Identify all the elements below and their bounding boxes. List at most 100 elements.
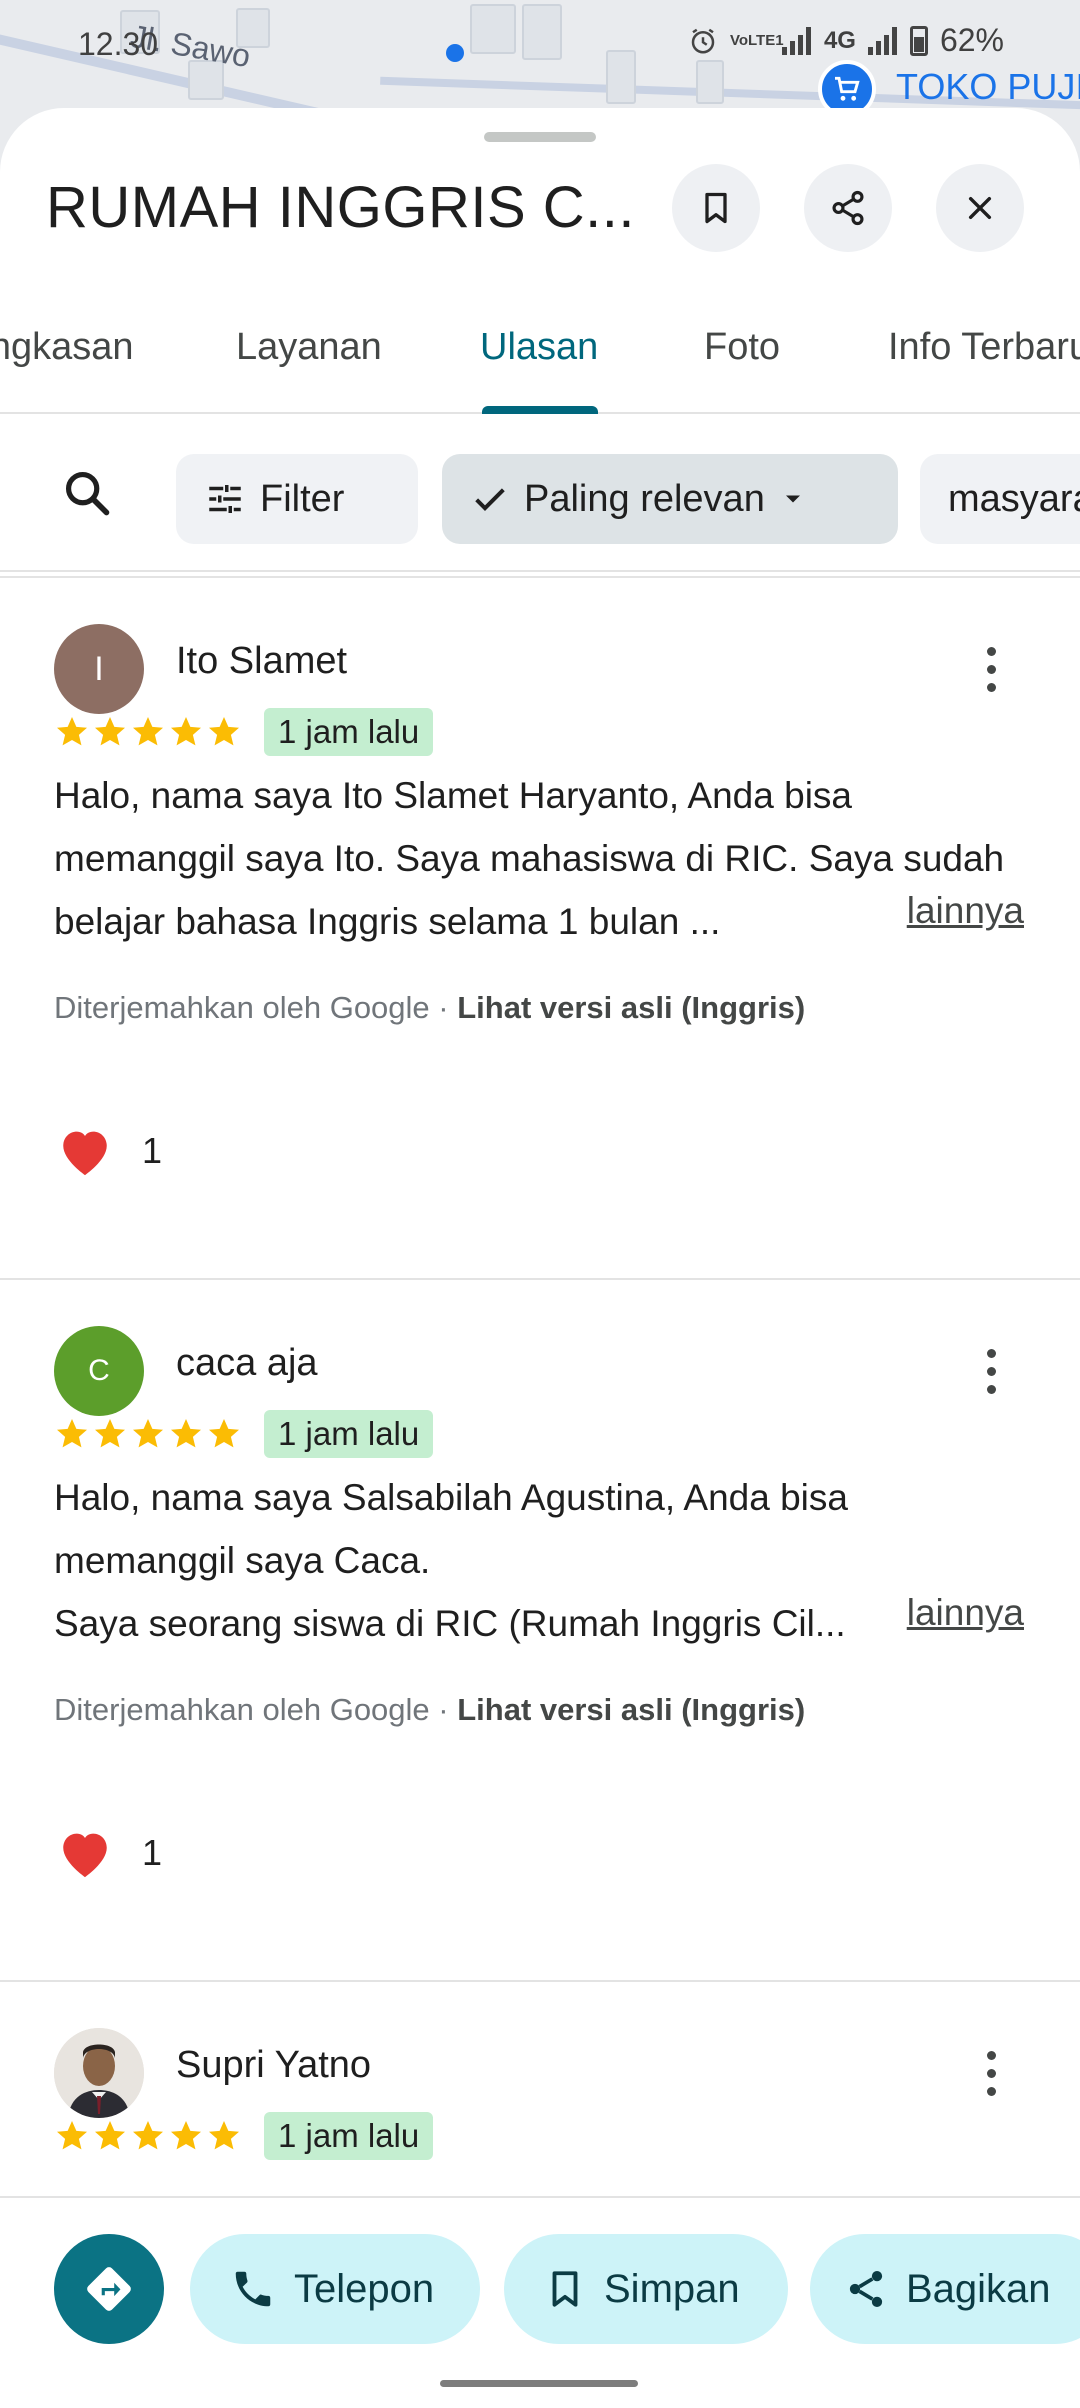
share-label: Bagikan	[906, 2266, 1051, 2311]
star-icon	[209, 2121, 239, 2150]
review-card: I Ito Slamet 1 jam lalu Halo, nama saya …	[0, 576, 1080, 1276]
review-time-badge: 1 jam lalu	[264, 2112, 434, 2160]
map-building	[606, 50, 636, 104]
profile-photo	[54, 2028, 144, 2118]
reviewer-name[interactable]: Ito Slamet	[176, 640, 347, 683]
directions-icon	[87, 2267, 131, 2311]
place-sheet: RUMAH INGGRIS C... Ringkasan Layanan Ula…	[0, 108, 1080, 2408]
review-time-badge: 1 jam lalu	[264, 708, 434, 756]
tab-ulasan[interactable]: Ulasan	[480, 326, 598, 369]
close-button[interactable]	[936, 164, 1024, 252]
review-card: C caca aja 1 jam lalu Halo, nama saya Sa…	[0, 1278, 1080, 1978]
read-more-link[interactable]: lainnya	[886, 890, 1024, 932]
tab-ringkasan[interactable]: Ringkasan	[0, 326, 134, 369]
filter-chip[interactable]: Filter	[176, 454, 418, 544]
like-count: 1	[142, 1130, 163, 1171]
see-original-link[interactable]: Lihat versi asli (Inggris)	[457, 1692, 805, 1727]
star-icon	[95, 717, 125, 746]
star-icon	[133, 717, 163, 746]
like-button[interactable]: 1	[56, 1124, 162, 1178]
star-icon	[209, 717, 239, 746]
heart-icon	[63, 1131, 107, 1176]
status-time: 12.30	[78, 26, 159, 62]
star-icon	[209, 1419, 239, 1448]
avatar[interactable]: C	[54, 1326, 144, 1416]
tune-icon	[209, 485, 241, 513]
star-icon	[171, 2121, 201, 2150]
save-button[interactable]: Simpan	[504, 2234, 788, 2344]
check-icon	[475, 488, 505, 511]
tab-layanan[interactable]: Layanan	[236, 326, 382, 369]
translation-note: Diterjemahkan oleh Google · Lihat versi …	[54, 1692, 805, 1728]
share-icon	[832, 190, 864, 226]
translation-note: Diterjemahkan oleh Google · Lihat versi …	[54, 990, 805, 1026]
star-icon	[171, 1419, 201, 1448]
network-type: 4G	[823, 26, 856, 54]
star-icon	[57, 2121, 87, 2150]
search-icon	[65, 471, 110, 516]
save-label: Simpan	[604, 2266, 740, 2311]
place-title: RUMAH INGGRIS C...	[46, 175, 636, 240]
star-rating	[54, 714, 242, 750]
review-filter-bar: Filter Paling relevan masyarakat	[0, 414, 1080, 572]
bookmark-icon	[705, 192, 727, 224]
sort-label: Paling relevan	[524, 477, 765, 520]
active-tab-indicator	[482, 406, 598, 414]
more-options-button[interactable]	[966, 634, 1016, 704]
translated-by-text: Diterjemahkan oleh Google ·	[54, 990, 458, 1025]
location-dot	[446, 44, 464, 62]
star-icon	[57, 717, 87, 746]
drag-handle[interactable]	[484, 132, 596, 142]
topic-chip[interactable]: masyarakat	[920, 454, 1080, 544]
phone-icon	[235, 2271, 271, 2307]
tab-foto[interactable]: Foto	[704, 326, 780, 369]
volte-icon: VoLTE1	[729, 31, 784, 49]
star-icon	[133, 1419, 163, 1448]
caret-down-icon	[785, 495, 800, 503]
action-bar: Telepon Simpan Bagikan	[0, 2196, 1080, 2408]
star-icon	[133, 2121, 163, 2150]
share-icon	[849, 2271, 883, 2307]
avatar[interactable]: I	[54, 624, 144, 714]
home-indicator[interactable]	[440, 2380, 638, 2387]
call-label: Telepon	[294, 2266, 435, 2311]
map-building	[696, 60, 724, 104]
more-options-button[interactable]	[966, 1336, 1016, 1406]
tab-bar: Ringkasan Layanan Ulasan Foto Info Terba…	[0, 304, 1080, 414]
battery-icon	[909, 25, 928, 56]
star-icon	[95, 1419, 125, 1448]
avatar[interactable]	[54, 2028, 144, 2118]
read-more-link[interactable]: lainnya	[886, 1592, 1024, 1634]
map-building	[470, 4, 516, 54]
star-icon	[57, 1419, 87, 1448]
signal-icon	[781, 26, 812, 55]
reviewer-name[interactable]: caca aja	[176, 1342, 318, 1385]
star-rating	[54, 1416, 242, 1452]
translated-by-text: Diterjemahkan oleh Google ·	[54, 1692, 458, 1727]
share-button[interactable]: Bagikan	[810, 2234, 1080, 2344]
reviewer-name[interactable]: Supri Yatno	[176, 2044, 371, 2087]
map-building	[522, 4, 562, 60]
tab-info-terbaru[interactable]: Info Terbaru	[888, 326, 1080, 369]
alarm-icon	[691, 28, 715, 53]
directions-button[interactable]	[54, 2234, 164, 2344]
topic-label: masyarakat	[948, 477, 1080, 520]
call-button[interactable]: Telepon	[190, 2234, 480, 2344]
more-options-button[interactable]	[966, 2038, 1016, 2108]
close-icon	[968, 196, 992, 220]
bookmark-icon	[552, 2271, 578, 2307]
search-reviews-button[interactable]	[50, 456, 124, 530]
sort-chip[interactable]: Paling relevan	[442, 454, 898, 544]
see-original-link[interactable]: Lihat versi asli (Inggris)	[457, 990, 805, 1025]
like-count: 1	[142, 1832, 163, 1873]
store-label[interactable]: TOKO PUJI	[896, 66, 1080, 108]
like-button[interactable]: 1	[56, 1826, 162, 1880]
share-place-button[interactable]	[804, 164, 892, 252]
star-icon	[171, 717, 201, 746]
review-time-badge: 1 jam lalu	[264, 1410, 434, 1458]
status-icons: VoLTE1 4G 62%	[688, 22, 1004, 59]
signal-icon-2	[867, 26, 898, 55]
star-rating	[54, 2118, 242, 2154]
filter-label: Filter	[260, 477, 345, 520]
save-place-button[interactable]	[672, 164, 760, 252]
